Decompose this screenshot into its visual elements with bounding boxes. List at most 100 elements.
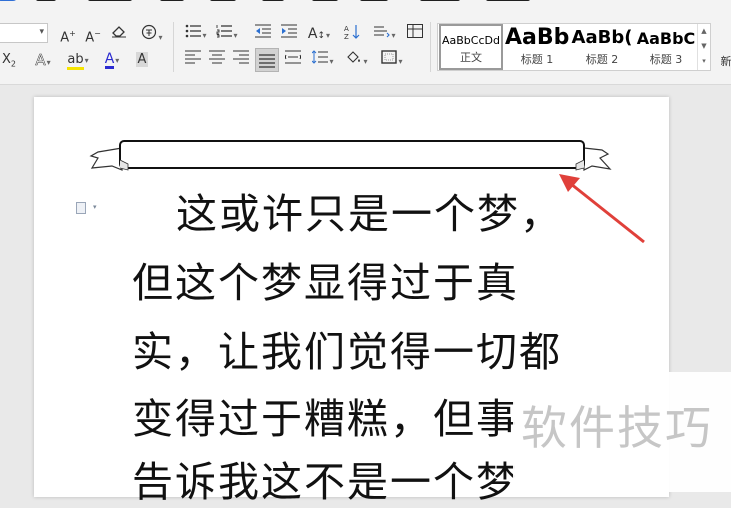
gallery-scrollbar[interactable]: ▲ ▼ ▾ [697, 24, 710, 70]
chevron-down-icon: ▾ [326, 31, 331, 40]
shading-button[interactable]: ▾ [343, 50, 371, 70]
align-center-icon [209, 50, 225, 64]
paragraph-layout-icon[interactable] [76, 202, 86, 214]
increase-indent-button[interactable] [279, 24, 299, 44]
body-text-line: 这或许只是一个梦， [176, 190, 563, 238]
scroll-up-icon[interactable]: ▲ [698, 24, 710, 39]
watermark: 软件技巧 [513, 372, 731, 492]
chevron-down-icon: ▾ [363, 57, 368, 66]
justify-icon [259, 53, 275, 68]
chevron-down-icon: ▾ [115, 56, 120, 65]
chevron-down-icon: ▾ [84, 56, 89, 65]
chevron-down-icon: ▾ [329, 57, 334, 66]
new-style-button[interactable]: 新 [716, 52, 731, 72]
phonetic-icon [142, 24, 157, 40]
numbered-list-button[interactable]: ▾ [214, 24, 240, 44]
chevron-down-icon[interactable]: ▾ [93, 203, 97, 211]
style-preview: AaBbCcDd [442, 34, 500, 47]
distributed-icon [284, 50, 302, 64]
more-styles-icon[interactable]: ▾ [698, 54, 710, 69]
style-heading-3[interactable]: AaBbC 标题 3 [634, 24, 698, 70]
font-color-button[interactable]: A▾ [98, 50, 126, 70]
paragraph-marks-icon [374, 26, 391, 38]
app-menu-tab[interactable] [0, 0, 18, 1]
chevron-down-icon: ▾ [158, 33, 163, 42]
subscript-button[interactable]: X2 [0, 50, 20, 70]
phonetic-guide-button[interactable]: ▾ [137, 24, 167, 44]
line-spacing-button[interactable]: ▾ [309, 50, 337, 70]
style-caption: 标题 3 [649, 53, 683, 66]
align-center-button[interactable] [207, 50, 227, 70]
watermark-text: 软件技巧 [521, 401, 713, 455]
menu-tab[interactable] [420, 0, 460, 1]
group-divider [173, 22, 174, 72]
chevron-down-icon: ▾ [233, 31, 238, 40]
paint-bucket-icon [347, 51, 361, 63]
menu-tab[interactable] [360, 0, 388, 1]
style-preview: AaBb [505, 25, 569, 50]
bullet-list-button[interactable]: ▾ [183, 24, 209, 44]
style-heading-2[interactable]: AaBb( 标题 2 [570, 24, 634, 70]
group-divider [430, 22, 431, 72]
shrink-font-button[interactable]: A− [82, 24, 104, 45]
numbered-list-icon [217, 25, 233, 38]
chevron-down-icon: ▾ [202, 31, 207, 40]
style-preview: AaBb( [571, 27, 633, 48]
align-left-icon [185, 50, 201, 64]
banner-left-tail [89, 147, 123, 171]
menu-tab[interactable] [486, 0, 530, 1]
ribbon-toolbar: ▾ A+ A− ▾ X2 A▾ ab▾ A▾ A ▾ ▾ A↕▾ A Z ▾ ▾… [0, 0, 731, 85]
grow-font-button[interactable]: A+ [57, 24, 79, 45]
grid-icon [407, 24, 423, 38]
eraser-icon [112, 26, 126, 38]
align-left-button[interactable] [183, 50, 203, 70]
distributed-button[interactable] [283, 50, 303, 70]
text-direction-button[interactable]: A↕▾ [305, 24, 333, 44]
text-effects-button[interactable]: A▾ [30, 50, 56, 70]
align-right-icon [233, 50, 249, 64]
border-icon [381, 50, 398, 64]
menu-tab[interactable] [36, 0, 56, 1]
bullet-list-icon [186, 24, 202, 38]
chevron-down-icon: ▾ [398, 57, 403, 66]
sort-button[interactable]: A Z [342, 24, 362, 44]
menu-tabs-strip [0, 0, 731, 7]
decrease-indent-icon [255, 24, 271, 38]
sort-icon: A Z [344, 25, 360, 41]
menu-tab[interactable] [210, 0, 236, 1]
font-size-select[interactable]: ▾ [0, 23, 48, 43]
borders-button[interactable]: ▾ [378, 50, 406, 70]
banner-body [119, 140, 585, 169]
svg-text:A: A [344, 25, 349, 33]
style-preview: AaBbC [636, 29, 696, 48]
style-heading-1[interactable]: AaBb 标题 1 [505, 24, 569, 70]
align-right-button[interactable] [231, 50, 251, 70]
menu-tab[interactable] [262, 0, 284, 1]
svg-text:Z: Z [344, 33, 349, 40]
chevron-down-icon: ▾ [39, 27, 44, 37]
decrease-indent-button[interactable] [253, 24, 273, 44]
highlight-button[interactable]: ab▾ [64, 50, 92, 70]
style-normal[interactable]: AaBbCcDd 正文 [439, 24, 503, 70]
increase-indent-icon [281, 24, 297, 38]
clear-format-button[interactable] [108, 24, 130, 44]
style-caption: 正文 [460, 51, 482, 64]
banner-right-tail [583, 147, 612, 171]
line-spacing-icon [312, 50, 329, 64]
justify-button[interactable] [255, 48, 279, 72]
body-text-line: 但这个梦显得过于真 [132, 259, 519, 307]
styles-gallery: AaBbCcDd 正文 AaBb 标题 1 AaBb( 标题 2 AaBbC 标… [437, 23, 711, 71]
character-shading-button[interactable]: A [132, 50, 152, 70]
style-caption: 标题 2 [585, 53, 619, 66]
chevron-down-icon: ▾ [391, 31, 396, 40]
menu-tab[interactable] [88, 0, 132, 1]
chevron-down-icon: ▾ [46, 58, 51, 67]
body-text-line: 实，让我们觉得一切都 [132, 328, 562, 376]
scroll-down-icon[interactable]: ▼ [698, 39, 710, 54]
paragraph-marks-button[interactable]: ▾ [372, 24, 398, 44]
menu-tab[interactable] [312, 0, 338, 1]
menu-tab[interactable] [160, 0, 184, 1]
scroll-banner-shape[interactable] [88, 136, 618, 178]
table-grid-button[interactable] [405, 24, 425, 44]
style-caption: 标题 1 [520, 53, 554, 66]
